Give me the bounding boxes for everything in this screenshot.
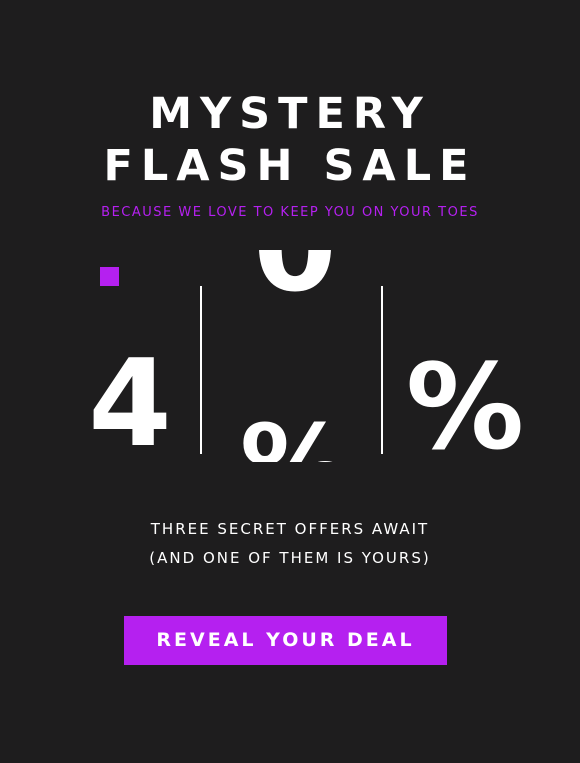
slot-reel-1-digit: 4 — [88, 335, 172, 463]
reveal-deal-button[interactable]: REVEAL YOUR DEAL — [124, 616, 447, 665]
offer-text-line-1: THREE SECRET OFFERS AWAIT — [150, 520, 430, 538]
slot-reel-2: 0 % — [210, 250, 380, 462]
slot-divider-1 — [200, 286, 202, 454]
slot-reel-2-digit-top: 0 — [210, 250, 380, 310]
slot-divider-2 — [381, 286, 383, 454]
slot-reel-3: % — [390, 250, 540, 462]
slot-reel-2-percent-bottom: % — [210, 410, 380, 462]
offer-text-line-2: (AND ONE OF THEM IS YOURS) — [149, 549, 431, 567]
tagline: BECAUSE WE LOVE TO KEEP YOU ON YOUR TOES — [101, 205, 479, 220]
slot-machine: 4 0 % % — [40, 250, 550, 465]
slot-reel-1: 4 — [60, 250, 200, 463]
headline-line-2: FLASH SALE — [103, 141, 477, 191]
slot-reel-3-percent: % — [405, 338, 525, 462]
headline-line-1: MYSTERY — [149, 89, 431, 139]
